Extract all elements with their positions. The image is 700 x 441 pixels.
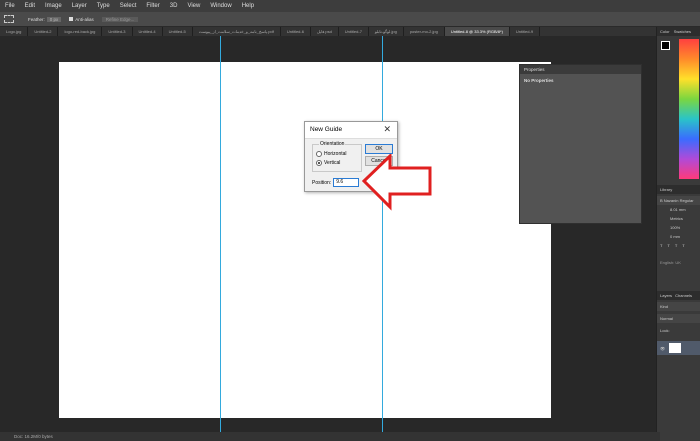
status-bar: Doc: 16.2M/0 bytes — [0, 432, 660, 441]
horizontal-radio[interactable]: Horizontal — [316, 151, 347, 157]
document-tab[interactable]: Untitled-3 — [102, 27, 133, 36]
orientation-label: Orientation — [319, 141, 346, 147]
antialias-label: Anti-alias — [75, 16, 94, 22]
document-tab[interactable]: Untitled-8 @ 33.3% (RGB/8*) — [444, 27, 510, 36]
scale-field[interactable]: 100% — [657, 223, 700, 232]
marquee-tool-icon[interactable] — [4, 15, 14, 23]
menu-layer[interactable]: Layer — [67, 3, 92, 9]
menu-file[interactable]: File — [0, 3, 20, 9]
font-size-field[interactable]: 8.01 mm — [657, 205, 700, 214]
menu-3d[interactable]: 3D — [165, 3, 183, 9]
document-tab[interactable]: Untitled-4 — [133, 27, 163, 36]
document-tab[interactable]: فایل.psd — [311, 27, 339, 36]
font-family-field[interactable]: B Nazanin Regular — [657, 196, 700, 205]
refine-edge-button[interactable]: Refine Edge... — [101, 16, 139, 22]
document-tab[interactable]: Untitled-6 — [281, 27, 311, 36]
ok-button[interactable]: OK — [365, 144, 393, 154]
text-style-icons[interactable]: T T T T — [657, 241, 700, 250]
properties-title: Properties — [520, 65, 641, 74]
horizontal-label: Horizontal — [324, 151, 347, 157]
foreground-color-swatch[interactable] — [661, 41, 670, 50]
document-canvas[interactable] — [59, 62, 551, 418]
document-tabs: Logo.jpg Untitled-2 logo-red-back.jpg Untit… — [0, 27, 656, 36]
document-tab[interactable]: logo-red-back.jpg — [58, 27, 103, 36]
menu-type[interactable]: Type — [92, 3, 115, 9]
position-input[interactable]: 9.6 — [333, 178, 360, 187]
menu-filter[interactable]: Filter — [141, 3, 164, 9]
menu-select[interactable]: Select — [115, 3, 142, 9]
doc-size-text: Doc: 16.2M/0 bytes — [14, 434, 53, 439]
document-tab[interactable]: Logo.jpg — [0, 27, 29, 36]
menu-window[interactable]: Window — [205, 3, 236, 9]
document-tab[interactable]: Untitled-2 — [28, 27, 59, 36]
menu-image[interactable]: Image — [40, 3, 67, 9]
layers-tab[interactable]: Layers — [660, 293, 672, 298]
document-tab[interactable]: poster-mo-2.jpg — [404, 27, 445, 36]
blend-mode-select[interactable]: Normal — [657, 314, 700, 323]
layer-thumbnail — [669, 343, 682, 353]
close-icon[interactable]: ✕ — [383, 124, 391, 135]
menu-edit[interactable]: Edit — [20, 3, 40, 9]
red-arrow-annotation — [362, 154, 432, 211]
baseline-field[interactable]: 0 mm — [657, 232, 700, 241]
radio-on-icon[interactable] — [316, 160, 322, 166]
vertical-radio[interactable]: Vertical — [316, 160, 340, 166]
character-tab[interactable]: Library — [657, 185, 700, 194]
tracking-field[interactable]: Metrics — [657, 214, 700, 223]
feather-input[interactable]: 0 px — [46, 16, 62, 22]
language-field[interactable]: English: UK — [657, 258, 700, 267]
menu-view[interactable]: View — [182, 3, 205, 9]
arrow-shape — [362, 154, 432, 211]
properties-panel: Properties No Properties — [519, 64, 642, 224]
vertical-guide[interactable] — [382, 36, 383, 436]
options-bar: Feather: 0 px Anti-alias Refine Edge... — [0, 12, 700, 27]
document-tab[interactable]: Untitled-7 — [339, 27, 369, 36]
document-tab[interactable]: پاسخ_نامه_و_خدمات_سلامت_از_پیوست.pdf — [193, 27, 281, 36]
menu-bar: File Edit Image Layer Type Select Filter… — [0, 0, 700, 12]
eye-icon[interactable]: 👁 — [660, 346, 665, 351]
right-panel-dock: Color Swatches Library B Nazanin Regular… — [656, 27, 700, 441]
orientation-group: Orientation Horizontal Vertical — [312, 141, 362, 172]
document-tab[interactable]: Untitled-5 — [163, 27, 193, 36]
position-row: Position: 9.6 — [312, 178, 360, 187]
document-tab[interactable]: Untitled-9 — [510, 27, 541, 36]
menu-help[interactable]: Help — [237, 3, 259, 9]
antialias-checkbox[interactable] — [69, 17, 74, 21]
color-tab[interactable]: Color — [660, 29, 670, 34]
radio-off-icon[interactable] — [316, 151, 322, 157]
document-tab[interactable]: لوگو-تابلو.jpg — [369, 27, 404, 36]
swatches-tab[interactable]: Swatches — [674, 29, 691, 34]
layer-kind-filter[interactable]: Kind — [657, 302, 700, 311]
position-label: Position: — [312, 179, 332, 186]
color-spectrum[interactable] — [679, 39, 699, 179]
vertical-guide[interactable] — [220, 36, 221, 436]
lock-label: Lock: — [660, 328, 670, 333]
vertical-label: Vertical — [324, 160, 341, 166]
channels-tab[interactable]: Channels — [675, 293, 692, 298]
feather-label: Feather: — [28, 16, 45, 22]
layer-row[interactable]: 👁 — [657, 341, 700, 355]
properties-empty-text: No Properties — [524, 78, 554, 83]
